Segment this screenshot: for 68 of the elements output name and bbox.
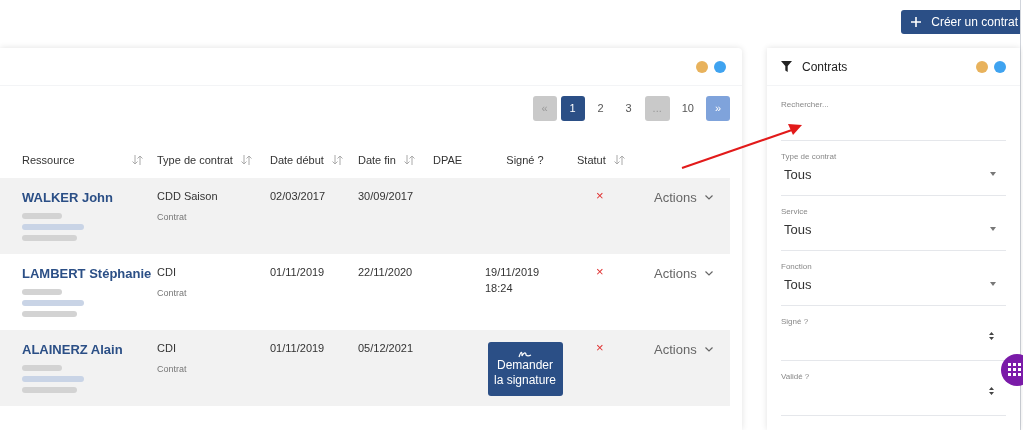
- page-button[interactable]: 2: [588, 96, 613, 121]
- status-icon: ×: [596, 188, 604, 203]
- select-field[interactable]: Validé ?: [781, 371, 1006, 395]
- page-button[interactable]: 3: [616, 96, 641, 121]
- actions-dropdown[interactable]: Actions: [654, 188, 713, 208]
- grid-icon: [1008, 363, 1022, 377]
- column-header: Date début: [270, 152, 324, 168]
- end-date: 30/09/2017: [358, 190, 414, 202]
- actions-dropdown[interactable]: Actions: [654, 264, 713, 284]
- end-date: 22/11/2020: [358, 266, 413, 278]
- redacted-text: [22, 212, 62, 219]
- start-date: 01/11/2019: [270, 342, 325, 354]
- contract-subtype: Contrat: [157, 286, 188, 300]
- signed-date: 19/11/2019 18:24: [485, 265, 541, 296]
- up-down-arrows-icon: [989, 387, 994, 395]
- status-icon: ×: [596, 264, 604, 279]
- column-header: Statut: [577, 152, 606, 168]
- redacted-text: [22, 223, 84, 230]
- resource-name[interactable]: WALKER John: [22, 188, 157, 208]
- column-header: Type de contrat: [157, 152, 233, 168]
- search-field[interactable]: Rechercher...: [781, 99, 1006, 111]
- redacted-text: [22, 288, 62, 295]
- resource-name[interactable]: ALAINERZ Alain: [22, 340, 157, 360]
- page-button[interactable]: 1: [560, 96, 585, 121]
- select-field[interactable]: Signé ?: [781, 316, 1006, 340]
- redacted-text: [22, 364, 62, 371]
- start-date: 02/03/2017: [270, 190, 326, 202]
- redacted-text: [22, 234, 77, 241]
- sort-icon[interactable]: [132, 155, 143, 165]
- sort-icon[interactable]: [240, 155, 252, 165]
- caret-icon: [990, 281, 996, 286]
- column-header: Signé ?: [506, 152, 544, 168]
- start-date: 01/11/2019: [270, 266, 325, 278]
- select-field[interactable]: Fonction Tous: [781, 261, 1006, 295]
- redacted-text: [22, 375, 84, 382]
- page-button[interactable]: 10: [673, 96, 702, 121]
- select-field[interactable]: Type de contrat Tous: [781, 151, 1006, 185]
- caret-icon: [990, 171, 996, 176]
- filter-icon: [781, 61, 792, 72]
- create-contract-button[interactable]: Créer un contrat: [901, 10, 1020, 34]
- chevron-down-icon: [704, 347, 713, 353]
- contract-type: CDI: [157, 265, 177, 280]
- column-header: DPAE: [433, 152, 463, 168]
- status-icon: ×: [596, 340, 604, 355]
- panel-title: Contrats: [802, 58, 848, 76]
- contract-subtype: Contrat: [157, 362, 188, 376]
- select-field[interactable]: Service Tous: [781, 206, 1006, 240]
- resource-name[interactable]: LAMBERT Stéphanie: [22, 264, 157, 284]
- column-header: Ressource: [22, 152, 75, 168]
- chevron-down-icon: [704, 271, 713, 277]
- chevron-down-icon: [704, 195, 713, 201]
- plus-icon: [911, 17, 922, 27]
- end-date: 05/12/2021: [358, 342, 414, 354]
- up-down-arrows-icon: [989, 332, 994, 340]
- contract-subtype: Contrat: [157, 210, 188, 224]
- request-signature-button[interactable]: Demander la signature: [487, 342, 563, 396]
- sort-icon[interactable]: [331, 155, 343, 165]
- redacted-text: [22, 310, 77, 317]
- redacted-text: [22, 299, 84, 306]
- redacted-text: [22, 386, 77, 393]
- contract-type: CDD Saison: [157, 189, 219, 204]
- actions-dropdown[interactable]: Actions: [654, 340, 713, 360]
- contract-type: CDI: [157, 341, 177, 356]
- sort-icon[interactable]: [403, 155, 415, 165]
- signature-icon: [518, 350, 532, 358]
- column-header: Date fin: [358, 152, 396, 168]
- sort-icon[interactable]: [613, 155, 625, 165]
- caret-icon: [990, 226, 996, 231]
